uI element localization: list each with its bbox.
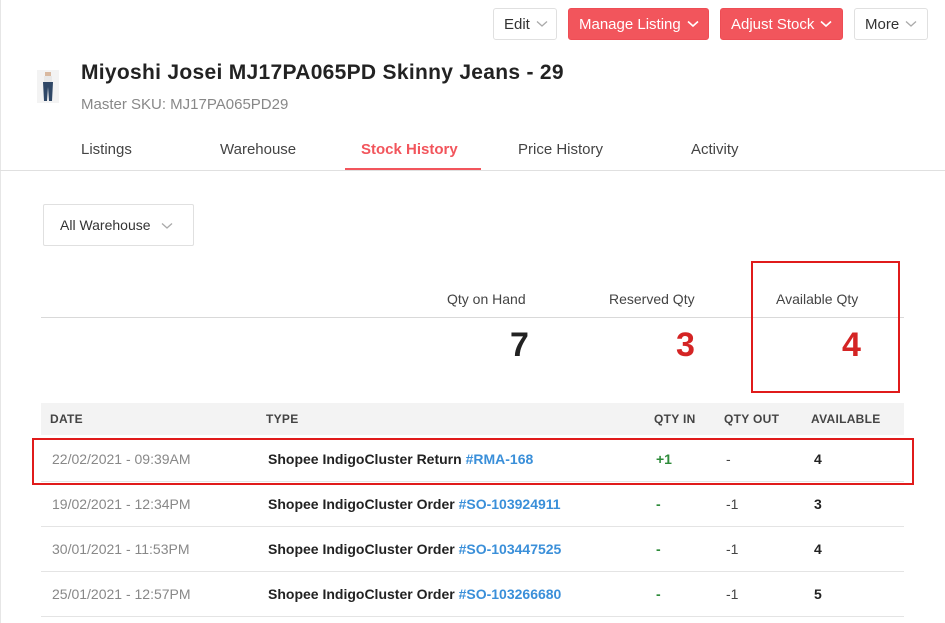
edit-button[interactable]: Edit	[493, 8, 557, 40]
manage-listing-label: Manage Listing	[579, 15, 681, 33]
warehouse-select-value: All Warehouse	[60, 217, 151, 233]
master-sku: Master SKU: MJ17PA065PD29	[81, 96, 289, 113]
row-date: 30/01/2021 - 11:53PM	[52, 541, 190, 557]
tab-activity[interactable]: Activity	[691, 141, 739, 158]
row-divider	[41, 616, 904, 617]
row-date: 19/02/2021 - 12:34PM	[52, 496, 191, 512]
tabs-divider	[0, 170, 945, 171]
product-title: Miyoshi Josei MJ17PA065PD Skinny Jeans -…	[81, 61, 564, 84]
row-ref-link[interactable]: #SO-103924911	[459, 496, 561, 512]
col-qty-in: QTY IN	[654, 412, 696, 426]
row-type: Shopee IndigoCluster Order #SO-103266680	[268, 586, 561, 602]
product-thumbnail	[37, 70, 59, 103]
row-qty-in: -	[656, 541, 661, 557]
row-highlight	[32, 438, 914, 485]
more-button[interactable]: More	[854, 8, 928, 40]
qty-on-hand-label: Qty on Hand	[447, 291, 526, 307]
row-qty-in: -	[656, 586, 661, 602]
row-available: 5	[814, 586, 822, 602]
row-divider	[41, 526, 904, 527]
row-ref-link[interactable]: #SO-103266680	[459, 586, 562, 602]
row-type-label: Shopee IndigoCluster Order	[268, 496, 455, 512]
manage-listing-button[interactable]: Manage Listing	[568, 8, 709, 40]
tab-stock-history[interactable]: Stock History	[361, 141, 458, 158]
row-date: 25/01/2021 - 12:57PM	[52, 586, 191, 602]
available-qty-highlight	[751, 261, 900, 393]
chevron-down-icon	[820, 20, 832, 28]
edit-button-label: Edit	[504, 15, 530, 33]
row-type-label: Shopee IndigoCluster Order	[268, 586, 455, 602]
chevron-down-icon	[161, 217, 173, 233]
row-qty-out: -1	[726, 586, 739, 602]
tab-price-history[interactable]: Price History	[518, 141, 603, 158]
row-qty-in: -	[656, 496, 661, 512]
col-qty-out: QTY OUT	[724, 412, 780, 426]
row-divider	[41, 571, 904, 572]
tab-warehouse[interactable]: Warehouse	[220, 141, 296, 158]
chevron-down-icon	[536, 20, 548, 28]
reserved-qty-label: Reserved Qty	[609, 291, 695, 307]
chevron-down-icon	[905, 20, 917, 28]
tab-listings[interactable]: Listings	[81, 141, 132, 158]
col-available: AVAILABLE	[811, 412, 881, 426]
chevron-down-icon	[687, 20, 699, 28]
row-divider	[41, 481, 904, 482]
row-ref-link[interactable]: #SO-103447525	[459, 541, 562, 557]
row-type: Shopee IndigoCluster Order #SO-103924911	[268, 496, 561, 512]
more-button-label: More	[865, 15, 900, 33]
warehouse-select[interactable]: All Warehouse	[43, 204, 194, 246]
adjust-stock-button[interactable]: Adjust Stock	[720, 8, 843, 40]
row-type-label: Shopee IndigoCluster Order	[268, 541, 455, 557]
qty-on-hand-value: 7	[510, 326, 529, 364]
row-available: 3	[814, 496, 822, 512]
page-border	[0, 0, 1, 623]
col-type: TYPE	[266, 412, 299, 426]
adjust-stock-label: Adjust Stock	[731, 15, 815, 33]
row-type: Shopee IndigoCluster Order #SO-103447525	[268, 541, 561, 557]
row-qty-out: -1	[726, 541, 739, 557]
row-qty-out: -1	[726, 496, 739, 512]
row-available: 4	[814, 541, 822, 557]
reserved-qty-value: 3	[676, 326, 695, 364]
col-date: DATE	[50, 412, 83, 426]
